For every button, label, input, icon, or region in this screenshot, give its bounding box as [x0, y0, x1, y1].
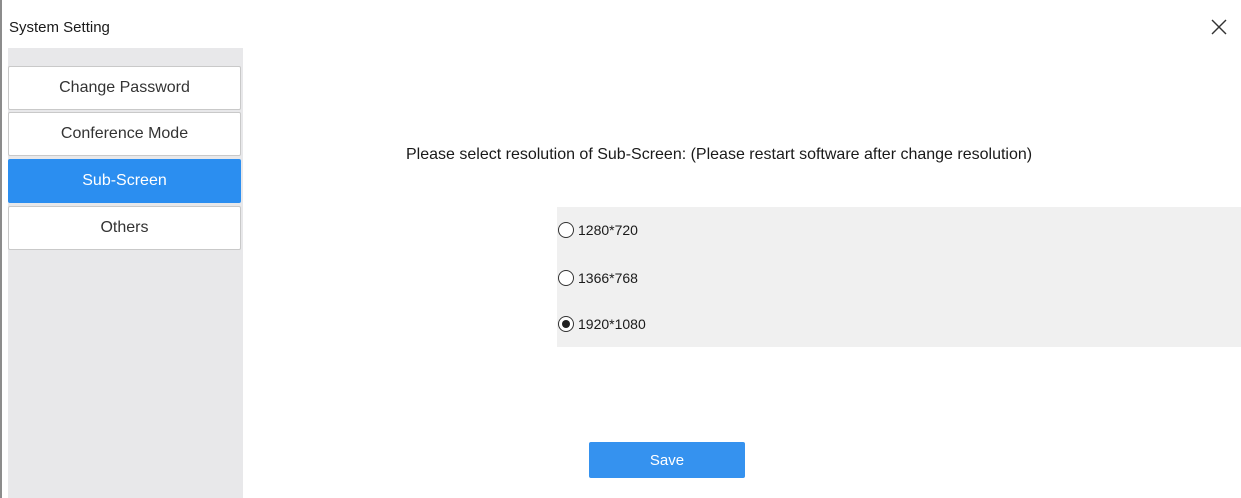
close-icon[interactable] [1207, 15, 1231, 39]
sidebar-item-conference-mode[interactable]: Conference Mode [8, 112, 241, 156]
radio-label: 1366*768 [578, 270, 638, 286]
sidebar-item-label: Sub-Screen [82, 172, 167, 189]
radio-option-1366x768[interactable]: 1366*768 [557, 268, 638, 288]
sidebar-item-others[interactable]: Others [8, 206, 241, 250]
radio-button-selected[interactable] [558, 316, 574, 332]
radio-label: 1920*1080 [578, 316, 646, 332]
window-title: System Setting [9, 19, 110, 36]
radio-option-1280x720[interactable]: 1280*720 [557, 220, 638, 240]
main-panel: Please select resolution of Sub-Screen: … [243, 48, 1241, 498]
resolution-prompt: Please select resolution of Sub-Screen: … [406, 146, 1033, 163]
radio-label: 1280*720 [578, 222, 638, 238]
radio-button[interactable] [558, 222, 574, 238]
sidebar-item-label: Change Password [59, 79, 190, 96]
sidebar-item-sub-screen[interactable]: Sub-Screen [8, 159, 241, 203]
sidebar-item-label: Others [100, 219, 149, 236]
sidebar: Change Password Conference Mode Sub-Scre… [8, 48, 243, 498]
save-button[interactable]: Save [589, 442, 745, 478]
resolution-options: 1280*720 1366*768 1920*1080 [557, 207, 1241, 347]
window-left-border [0, 0, 2, 498]
radio-button[interactable] [558, 270, 574, 286]
sidebar-item-change-password[interactable]: Change Password [8, 66, 241, 110]
sidebar-item-label: Conference Mode [60, 125, 189, 142]
radio-option-1920x1080[interactable]: 1920*1080 [557, 314, 646, 334]
